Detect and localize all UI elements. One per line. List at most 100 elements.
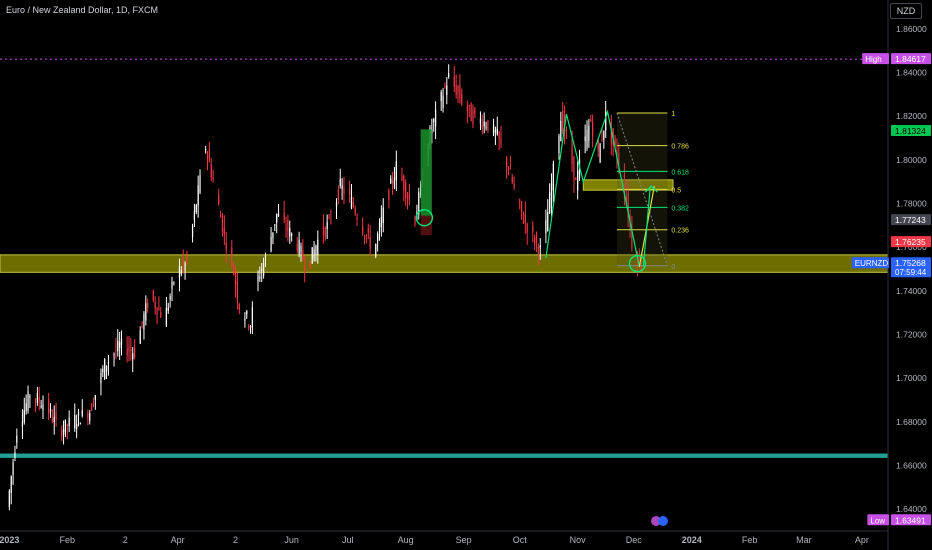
price-tag-label: EURNZD (855, 259, 889, 268)
candle-body (367, 228, 369, 233)
candle-body (8, 490, 10, 508)
candle-body (77, 411, 80, 416)
candle-body (208, 148, 210, 162)
price-chart[interactable]: 1 0.786 0.618 0.5 0.382 0.236 0 2023 Feb 2 Apr 2 Ju… (0, 0, 932, 550)
candle-body (562, 110, 564, 132)
candle-body (395, 161, 397, 181)
candle-body (180, 270, 182, 275)
x-tick-label: Apr (855, 535, 869, 545)
candle-body (274, 224, 276, 226)
candle-body (326, 222, 328, 229)
candle-body (178, 266, 181, 279)
candle-body (440, 92, 442, 102)
candle-body (191, 225, 194, 238)
y-tick-label: 1.82000 (896, 111, 927, 121)
candle-body (317, 239, 319, 255)
candle-body (87, 413, 89, 419)
currency-button[interactable]: NZD (890, 3, 922, 19)
fib-level-label: 0.5 (671, 187, 681, 194)
x-tick-label: Oct (513, 535, 528, 545)
x-axis: 2023 Feb 2 Apr 2 Jun Jul Aug Sep Oct Nov Dec 2024 Feb… (0, 530, 888, 545)
candle-body (12, 462, 14, 475)
candle-body (442, 95, 444, 109)
candle-body (199, 175, 201, 193)
fib-level-label: 0 (671, 264, 675, 271)
candle-body (466, 106, 468, 112)
candle-body (545, 220, 547, 234)
candle-body (341, 185, 343, 190)
fib-level-label: 0.618 (671, 169, 689, 176)
candle-body (66, 424, 68, 427)
candle-body (102, 368, 104, 373)
fib-level-label: 0.236 (671, 228, 689, 235)
candle-body (511, 177, 513, 183)
candle-body (74, 415, 76, 429)
candle-body (113, 354, 115, 356)
candle-body (547, 212, 549, 232)
horizontal-zone (0, 254, 889, 273)
candle-body (549, 191, 551, 214)
candle-body (143, 314, 145, 330)
candle-body (601, 139, 603, 141)
zones-layer (0, 179, 889, 458)
candle-body (285, 228, 287, 230)
candle-body (483, 121, 485, 127)
candle-body (573, 156, 575, 181)
candle-body (324, 227, 326, 237)
candle-body (47, 398, 50, 414)
candles-layer (8, 64, 642, 511)
candle-body (455, 85, 457, 95)
candle-body (506, 157, 508, 168)
candle-body (62, 429, 65, 435)
candle-body (141, 321, 143, 324)
x-tick-label: Feb (742, 535, 758, 545)
candle-body (206, 155, 209, 158)
x-tick-label: 2024 (682, 535, 702, 545)
candle-body (586, 129, 588, 149)
candle-body (391, 180, 394, 183)
candle-body (558, 135, 560, 154)
candle-body (590, 119, 592, 122)
candle-body (145, 303, 147, 321)
candle-body (311, 247, 313, 264)
candle-body (182, 259, 184, 265)
candle-body (152, 290, 154, 301)
candle-body (29, 396, 31, 398)
candle-body (51, 418, 53, 422)
candle-body (197, 185, 199, 206)
candle-body (38, 396, 40, 402)
candle-body (287, 219, 289, 232)
price-label-value: 1.63491 (895, 515, 926, 525)
candle-body (14, 452, 16, 459)
y-tick-label: 1.72000 (896, 330, 927, 340)
candle-body (309, 261, 311, 268)
candle-body (298, 239, 300, 255)
candle-body (40, 405, 42, 408)
candle-body (246, 311, 248, 315)
candle-body (507, 168, 510, 171)
candle-body (115, 349, 117, 351)
price-label-value: 1.76235 (895, 237, 926, 247)
x-tick-label: 2023 (0, 535, 19, 545)
candle-body (238, 304, 240, 311)
candle-body (434, 109, 437, 127)
candle-body (264, 255, 267, 258)
candle-body (406, 197, 409, 199)
candle-body (234, 269, 237, 286)
candle-body (532, 226, 534, 233)
candle-body (156, 307, 158, 315)
y-tick-label: 1.84000 (896, 68, 927, 78)
candle-body (16, 435, 18, 443)
candle-body (362, 226, 364, 234)
candle-body (401, 176, 403, 181)
candle-body (212, 176, 214, 180)
candle-body (461, 94, 463, 104)
candle-body (571, 143, 573, 165)
candle-body (55, 412, 57, 419)
candle-body (23, 410, 25, 423)
y-tick-label: 1.86000 (896, 24, 927, 34)
candle-body (79, 423, 81, 425)
candle-body (94, 395, 96, 400)
candle-body (25, 403, 27, 411)
candle-body (244, 318, 246, 321)
